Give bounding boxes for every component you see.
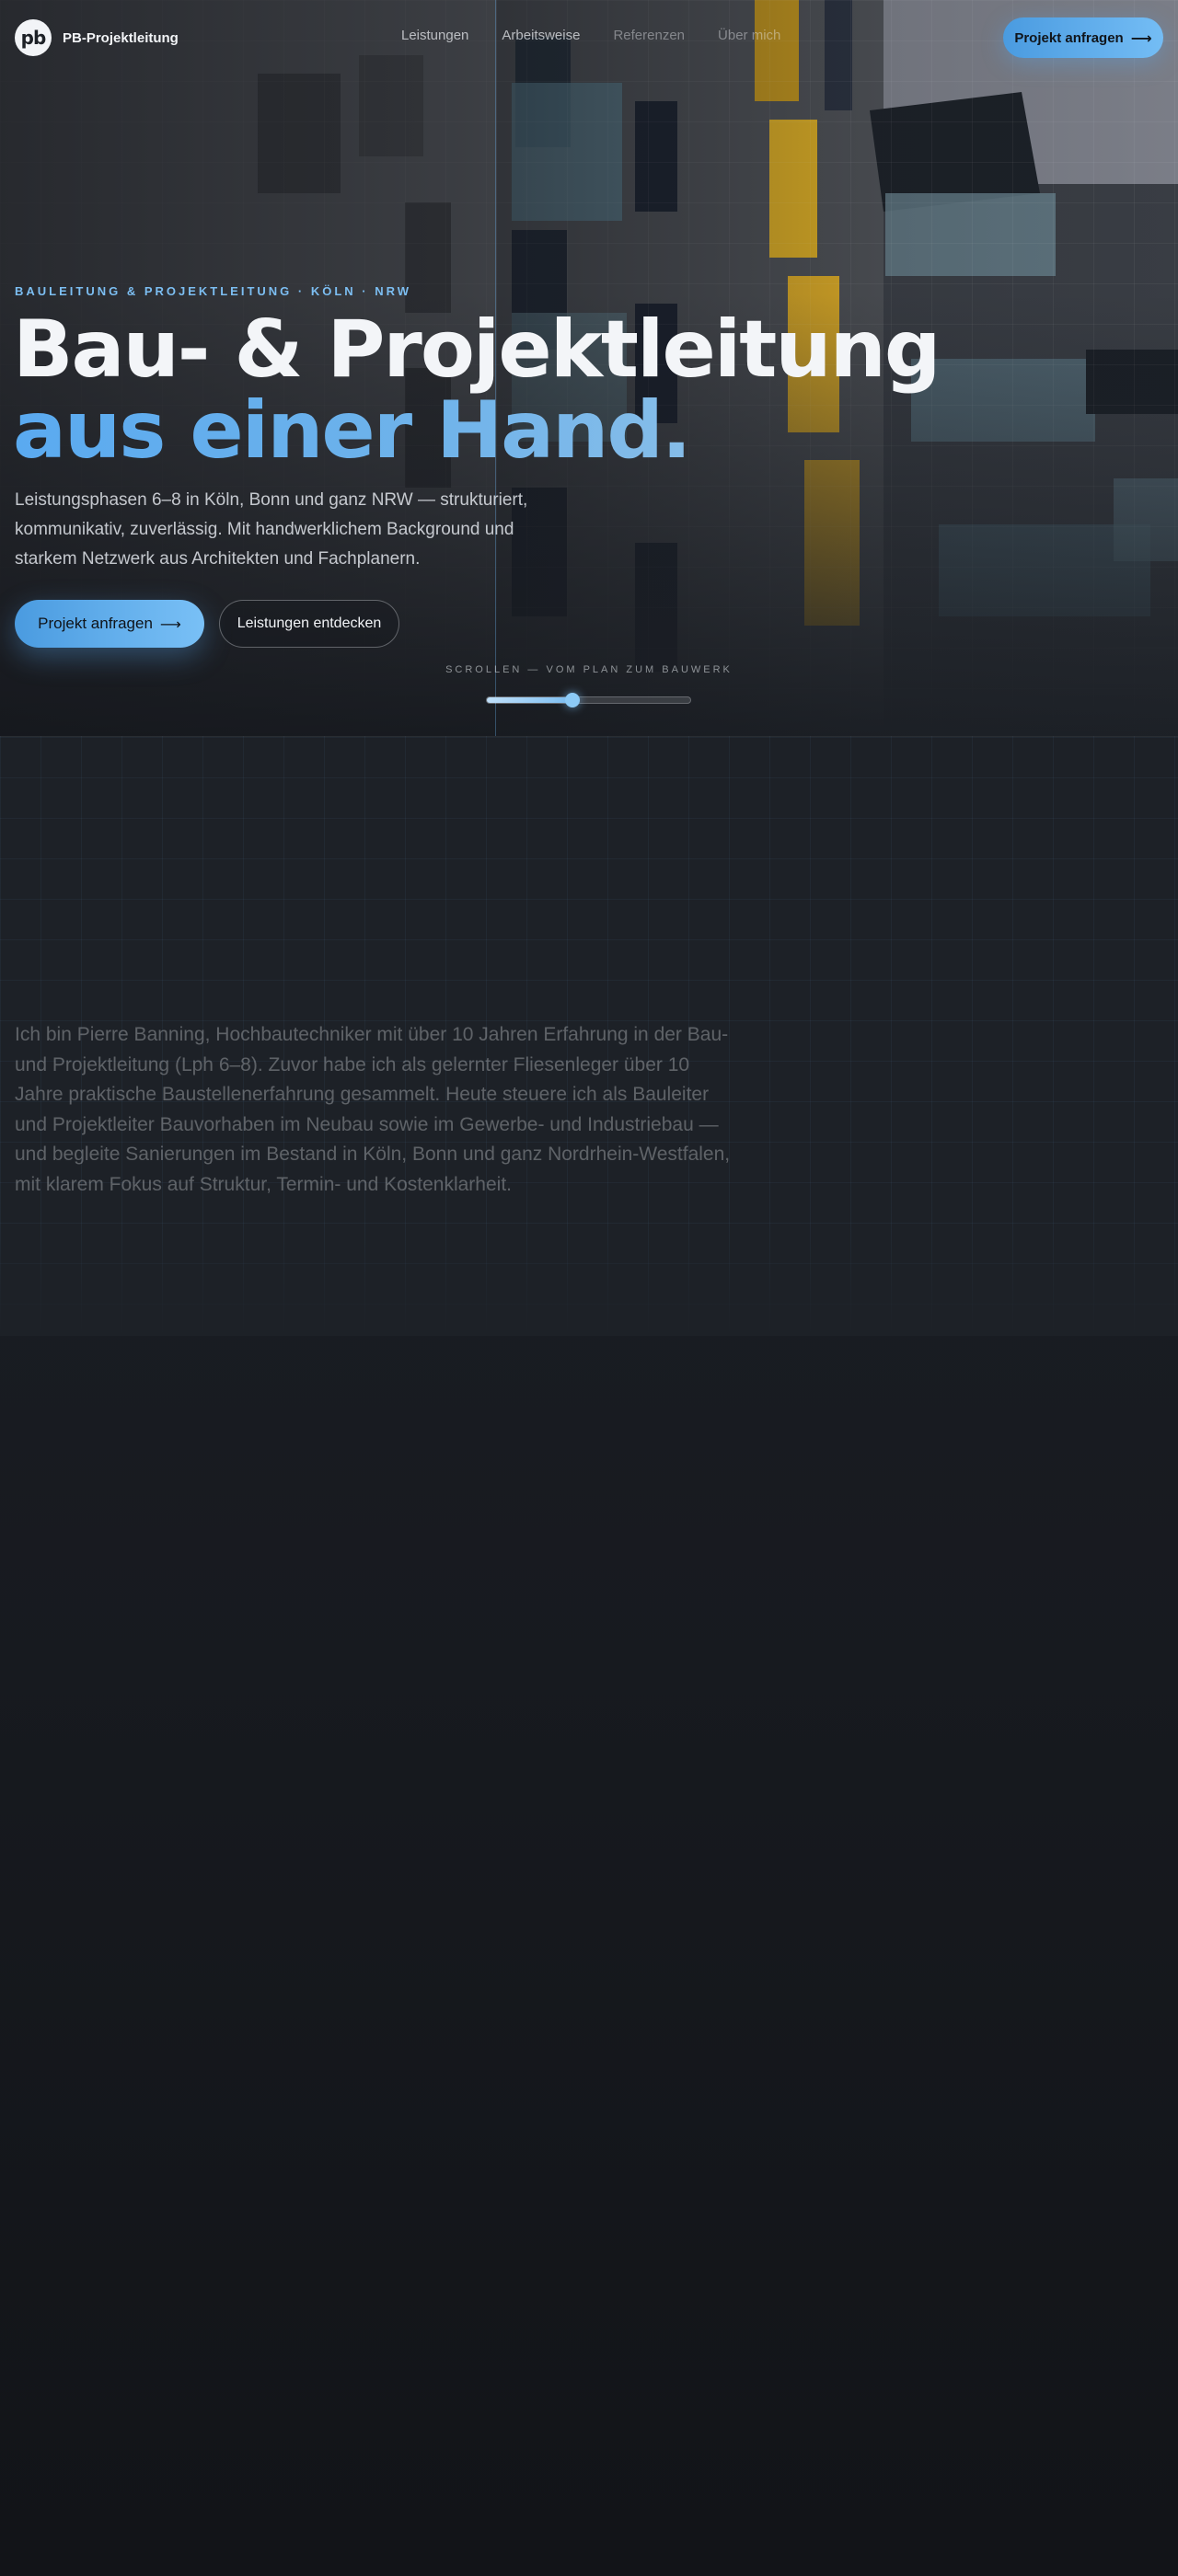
scroll-progress-slider[interactable] (486, 693, 691, 707)
nav-project-request-button[interactable]: Projekt anfragen ⟶ (1003, 17, 1163, 58)
hero-eyebrow: BAULEITUNG & PROJEKTLEITUNG · KÖLN · NRW (15, 284, 412, 298)
hero-section: pb PB-Projektleitung Leistungen Arbeitsw… (0, 0, 1178, 736)
nav-cta-label: Projekt anfragen (1014, 29, 1124, 46)
scroll-progress-fill (487, 697, 572, 703)
nav-link-leistungen[interactable]: Leistungen (401, 28, 468, 43)
brand-logo: pb (15, 19, 52, 56)
page: pb PB-Projektleitung Leistungen Arbeitsw… (0, 0, 1178, 2576)
hero-headline-line2: aus einer Hand. (13, 390, 939, 471)
hero-headline-line1: Bau- & Projektleitung (13, 304, 941, 396)
hero-headline: Bau- & Projektleitung aus einer Hand. (13, 309, 941, 471)
scroll-progress-knob[interactable] (564, 693, 580, 707)
nav-link-referenzen[interactable]: Referenzen (613, 28, 685, 43)
about-section: Ich bin Pierre Banning, Hochbautechniker… (0, 736, 1178, 1336)
nav-link-ueber-mich[interactable]: Über mich (718, 28, 780, 43)
brand-link[interactable]: pb PB-Projektleitung (15, 19, 179, 56)
nav-link-arbeitsweise[interactable]: Arbeitsweise (502, 28, 580, 43)
arrow-right-icon: ⟶ (1130, 29, 1152, 47)
scroll-hint: SCROLLEN — VOM PLAN ZUM BAUWERK (445, 664, 733, 675)
about-fade-overlay (0, 1225, 1178, 1336)
brand-name: PB-Projektleitung (63, 29, 179, 46)
hero-project-request-button[interactable]: Projekt anfragen ⟶ (15, 600, 204, 648)
about-text: Ich bin Pierre Banning, Hochbautechniker… (15, 1024, 731, 1195)
arrow-right-icon: ⟶ (159, 615, 181, 633)
nav-links: Leistungen Arbeitsweise Referenzen Über … (401, 28, 780, 43)
hero-explore-services-button[interactable]: Leistungen entdecken (219, 600, 399, 648)
hero-subtitle: Leistungsphasen 6–8 in Köln, Bonn und ga… (15, 490, 528, 569)
hero-primary-label: Projekt anfragen (38, 615, 153, 632)
top-navigation: pb PB-Projektleitung Leistungen Arbeitsw… (0, 0, 1178, 74)
